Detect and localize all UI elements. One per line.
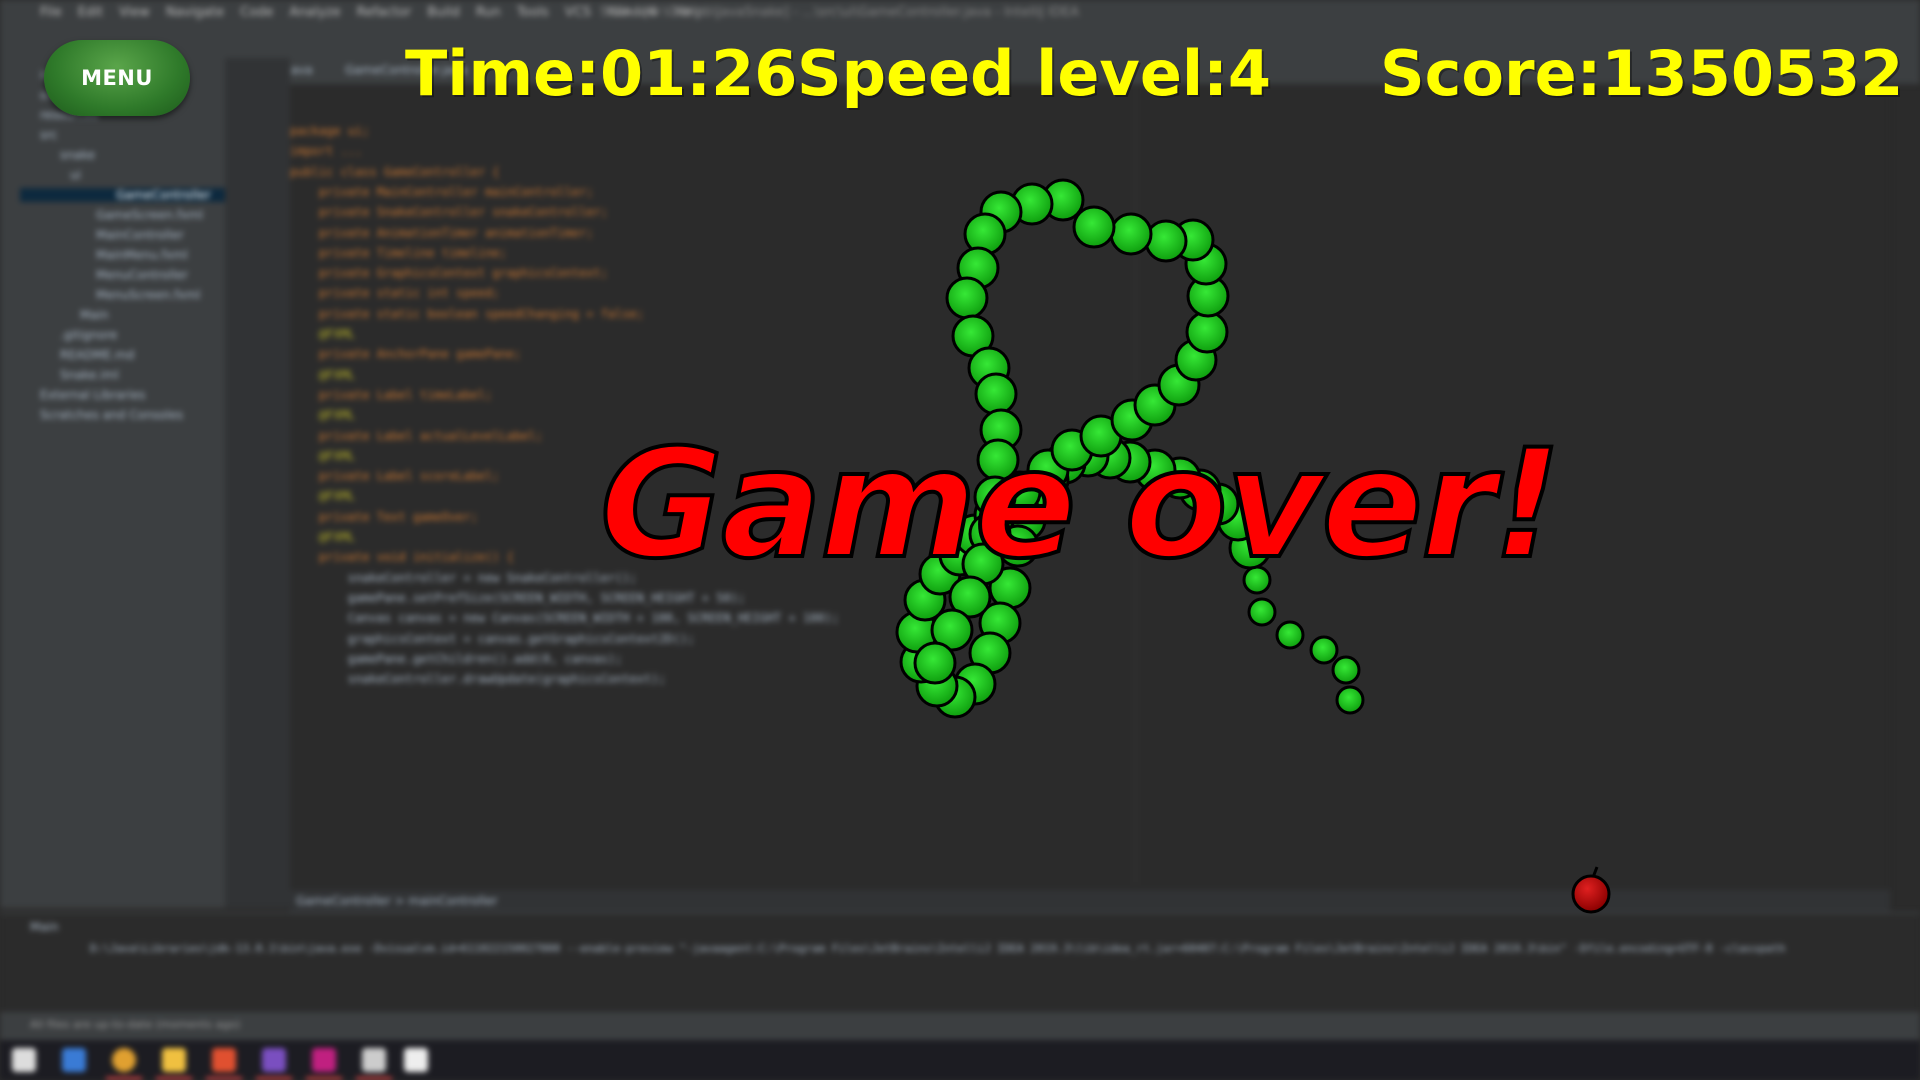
snake-segment [974,372,1018,416]
apple-icon [1571,866,1611,914]
snake-segment [1144,219,1188,263]
snake-segment [1185,310,1229,354]
snake-game: MENU Time:01:26 Speed level:4 Score:1350… [0,0,1920,1080]
score-label: Score:1350532 [1380,37,1904,110]
snake-segment [913,641,957,685]
time-label: Time:01:26 [405,37,798,110]
speed-level-label: Speed level:4 [797,37,1272,110]
snake-segment [1309,635,1339,665]
snake-segment [1109,212,1153,256]
snake-segment [1275,620,1305,650]
snake-segment [945,276,989,320]
snake-segment [1331,655,1361,685]
snake-segment [1335,685,1365,715]
menu-button[interactable]: MENU [44,40,190,116]
snake-segment [1247,597,1277,627]
game-over-text: Game over! [598,418,1564,592]
